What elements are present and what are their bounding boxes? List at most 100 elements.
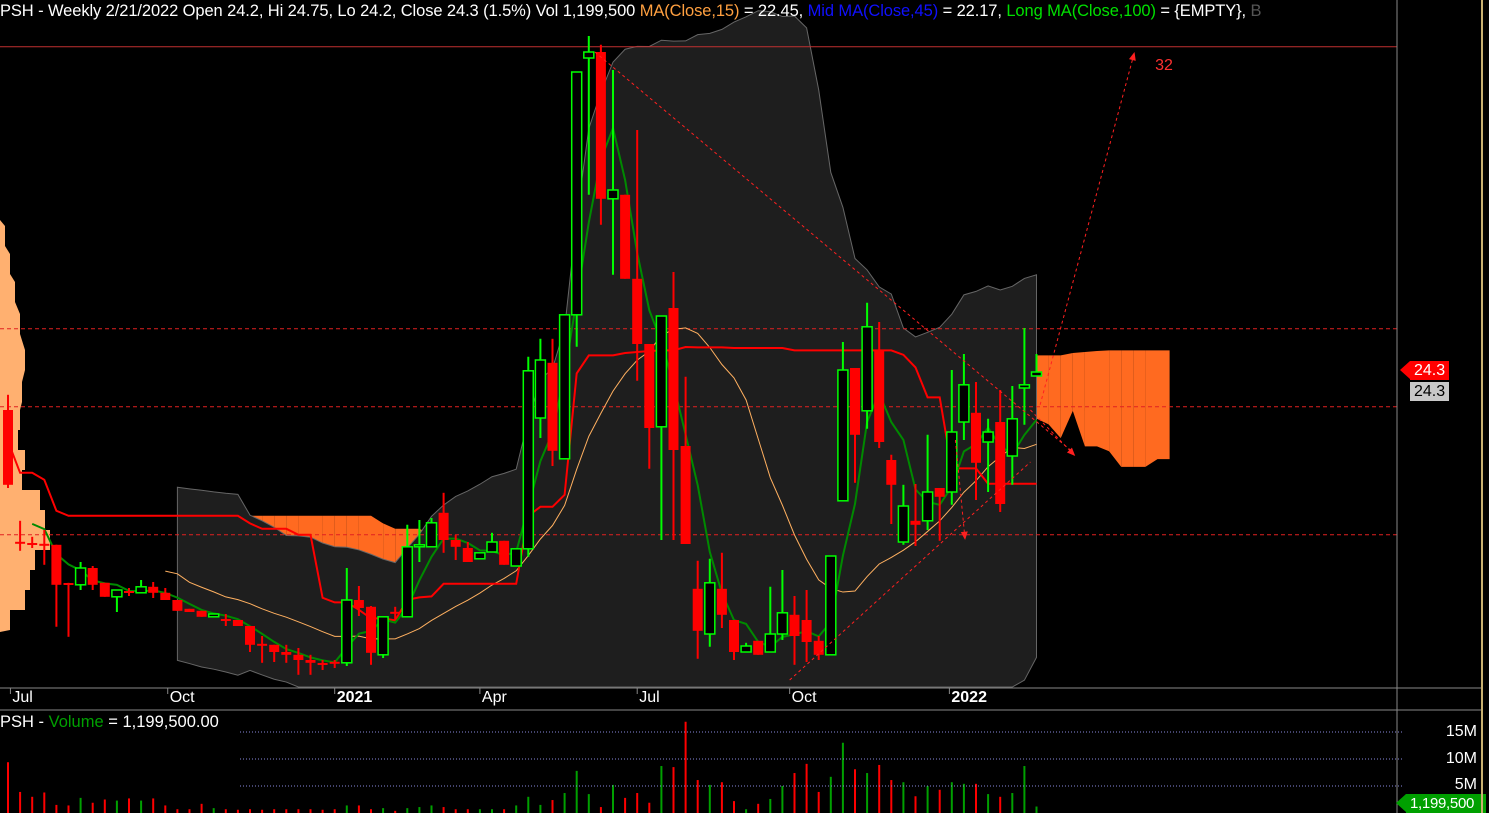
volume-header: PSH - Volume = 1,199,500.00 [0, 713, 219, 732]
candle-body [897, 505, 910, 543]
candle-body [245, 626, 255, 645]
candle-body [281, 652, 292, 655]
ma-short-label: MA(Close,15) [639, 2, 740, 20]
candle-body [620, 194, 631, 279]
candle-body [450, 540, 461, 547]
ma-short-value: = 22.45, [739, 2, 808, 20]
candle-body [740, 645, 752, 653]
cloud-segment [165, 472, 178, 480]
candle-body [148, 586, 159, 593]
cloud-segment [1109, 350, 1122, 467]
candle-body [547, 362, 558, 451]
header-trailing: B [1250, 2, 1262, 20]
ma-mid-value: = 22.17, [938, 2, 1007, 20]
candle-body [413, 544, 426, 548]
candle-body [1006, 418, 1019, 457]
candle-body [160, 592, 171, 600]
candle-body [861, 326, 873, 412]
target-label: 32 [1155, 57, 1173, 74]
window-border [1481, 0, 1483, 813]
candle-body [3, 410, 13, 485]
volume-bars [7, 721, 1403, 813]
x-tick-label: Jul [12, 689, 33, 706]
candle-body [644, 344, 655, 428]
candle-body [801, 620, 812, 642]
candle-body [87, 568, 98, 585]
volume-value: = 1,199,500.00 [103, 713, 219, 731]
candle-body [462, 548, 473, 562]
volume-tick-10m: 10M [1445, 750, 1477, 767]
last-price-badge: 24.3 [1399, 361, 1450, 380]
candle-body [558, 314, 571, 460]
candle-body [776, 612, 789, 635]
volume-label: Volume [48, 713, 104, 731]
candle-body [135, 586, 147, 594]
candle-body [570, 71, 583, 316]
cloud-segment [1072, 352, 1085, 447]
candle-body [534, 359, 547, 419]
candle-body [1030, 371, 1043, 377]
candle-body [704, 582, 716, 635]
candle-body [753, 640, 764, 655]
candle-body [595, 52, 606, 199]
candle-body [522, 370, 535, 550]
candle-body [583, 51, 595, 59]
candle-body [910, 520, 921, 525]
x-tick-label: Oct [169, 689, 195, 706]
candle-body [51, 544, 62, 585]
candle-body [438, 512, 449, 540]
cloud-segment [141, 441, 154, 473]
volume-tick-15m: 15M [1445, 723, 1477, 740]
candle-body [377, 616, 389, 656]
candle-body [341, 599, 353, 664]
ma-long-value: = {EMPTY}, [1155, 2, 1251, 20]
candle-body [825, 555, 837, 656]
candle-body [837, 369, 849, 502]
candle-body [99, 582, 110, 597]
candle-body [632, 278, 643, 344]
x-tick-label: Jul [639, 689, 660, 706]
x-tick-label: 2021 [336, 689, 373, 706]
candle-body [305, 660, 316, 663]
candle-body [680, 446, 691, 544]
header-ticker: PSH [0, 2, 34, 20]
price-band [176, 10, 1037, 688]
candle-body [366, 606, 376, 653]
ma-long-label: Long MA(Close,100) [1006, 2, 1156, 20]
candle-body [196, 610, 207, 617]
candle-body [111, 589, 123, 598]
candle-body [874, 350, 885, 442]
x-tick-label: Apr [481, 689, 507, 706]
candle-body [716, 588, 727, 615]
candle-body [789, 614, 800, 636]
cloud-segment [1133, 350, 1146, 467]
candle-body [995, 422, 1006, 504]
cloud-segment [1157, 350, 1170, 460]
candle-body [813, 640, 824, 655]
candle-body [425, 522, 438, 548]
candle-body [486, 541, 498, 553]
volume-sep: - [33, 713, 49, 731]
cloud-segment [1084, 351, 1097, 447]
header-summary: - Weekly 2/21/2022 Open 24.2, Hi 24.75, … [33, 2, 640, 20]
candle-body [958, 384, 970, 423]
cloud-segment [1036, 355, 1049, 425]
candle-body [971, 412, 981, 463]
candle-body [401, 546, 414, 618]
candle-body [207, 613, 220, 618]
cloud-segment [1145, 350, 1158, 467]
cloud-segment [1097, 350, 1110, 452]
candle-body [293, 654, 304, 660]
x-tick-label: Oct [791, 689, 817, 706]
chart-header: PSH - Weekly 2/21/2022 Open 24.2, Hi 24.… [0, 2, 1262, 21]
candle-body [655, 315, 668, 428]
volume-ticker: PSH [0, 713, 34, 731]
x-tick-label: 2022 [951, 689, 987, 706]
candle-body [74, 567, 87, 586]
price-chart[interactable]: 32 [0, 0, 1489, 813]
price-band-area [176, 10, 1037, 688]
volume-badge: 1,199,500 [1396, 794, 1486, 813]
cloud-segment [1121, 350, 1134, 467]
candle-body [499, 540, 510, 565]
candle-body [172, 600, 183, 611]
